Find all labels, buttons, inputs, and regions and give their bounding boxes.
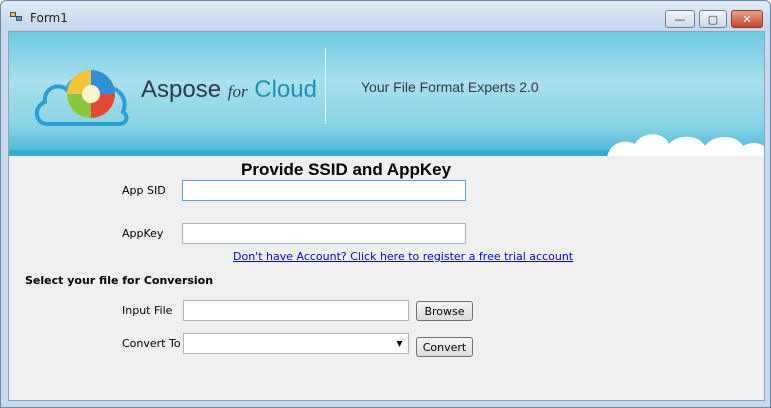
dropdown-arrow-icon[interactable]: ▼ — [391, 334, 408, 353]
register-trial-link[interactable]: Don't have Account? Click here to regist… — [233, 250, 573, 263]
credentials-heading: Provide SSID and AppKey — [241, 160, 452, 179]
app-sid-label: App SID — [122, 184, 166, 197]
aspose-banner: Aspose for Cloud Your File Format Expert… — [9, 32, 764, 156]
clouds-decoration-icon — [607, 134, 764, 156]
input-file-label: Input File — [122, 304, 173, 317]
appkey-input[interactable] — [182, 223, 466, 244]
window-title: Form1 — [30, 11, 68, 25]
input-file-field[interactable] — [183, 300, 409, 321]
main-window: Form1 — ▢ ✕ Aspose for Cloud Your File F… — [0, 0, 771, 408]
banner-tagline: Your File Format Experts 2.0 — [361, 79, 539, 95]
minimize-icon: — — [674, 12, 686, 26]
convert-to-label: Convert To — [122, 337, 181, 350]
aspose-cloud-logo-icon — [35, 70, 129, 126]
form-client-area: Aspose for Cloud Your File Format Expert… — [8, 31, 765, 401]
brand-cloud: Cloud — [254, 76, 317, 103]
close-button[interactable]: ✕ — [731, 10, 763, 28]
banner-divider — [325, 48, 326, 124]
brand-main: Aspose — [141, 76, 222, 103]
brand-title: Aspose for Cloud — [141, 76, 317, 104]
app-sid-input[interactable] — [182, 180, 466, 201]
minimize-button[interactable]: — — [665, 10, 695, 28]
convert-to-dropdown[interactable]: ▼ — [183, 333, 409, 354]
title-bar[interactable]: Form1 — ▢ ✕ — [1, 1, 770, 31]
maximize-icon: ▢ — [707, 12, 719, 26]
convert-button[interactable]: Convert — [416, 337, 473, 357]
browse-button[interactable]: Browse — [416, 301, 473, 321]
brand-for: for — [227, 82, 248, 101]
close-icon: ✕ — [742, 12, 752, 26]
maximize-button[interactable]: ▢ — [699, 10, 727, 28]
conversion-section-title: Select your file for Conversion — [25, 274, 214, 287]
appkey-label: AppKey — [122, 227, 164, 240]
app-icon — [10, 12, 23, 22]
